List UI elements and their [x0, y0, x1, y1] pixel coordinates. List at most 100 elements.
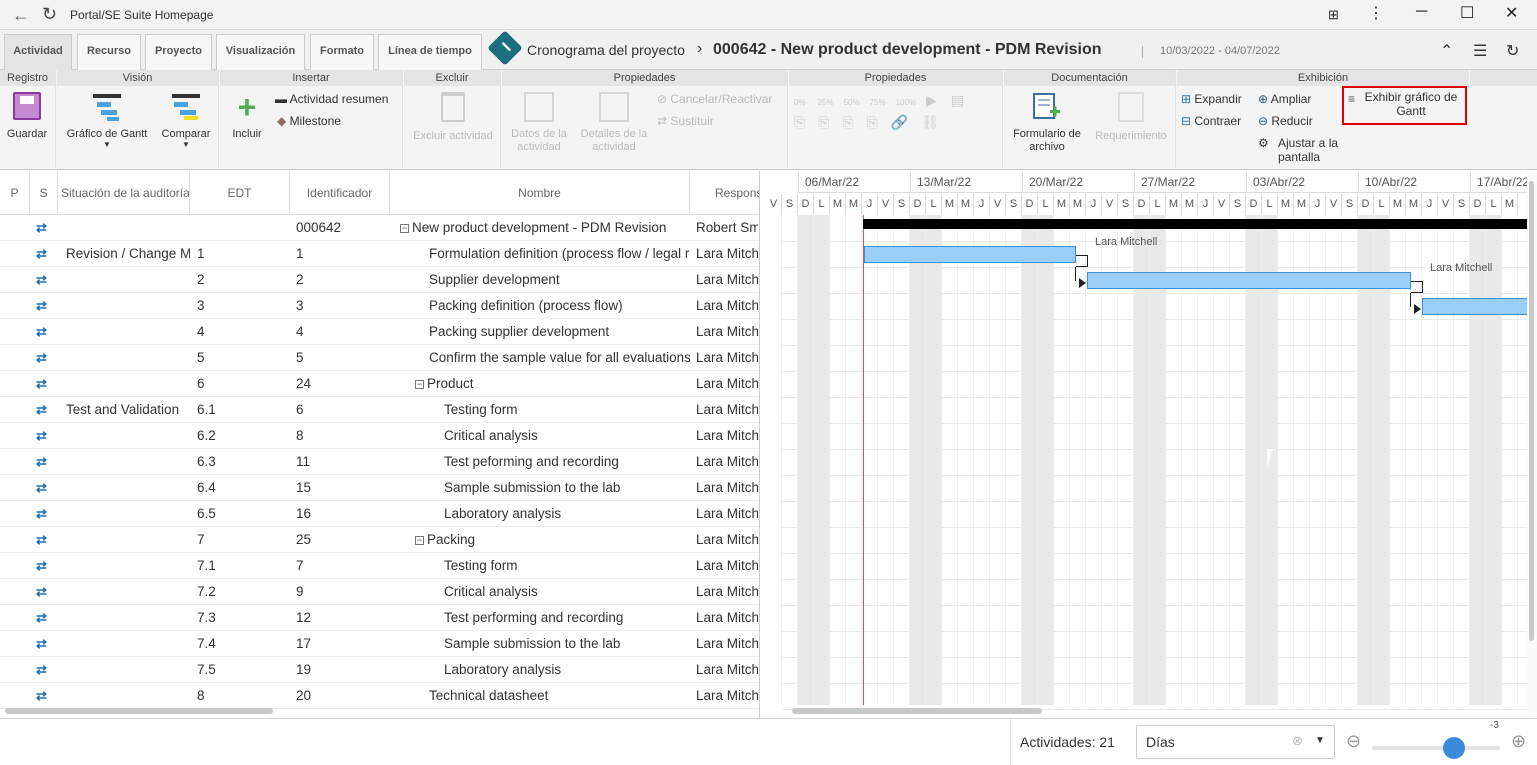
col-header-s[interactable]: S: [30, 171, 58, 215]
reducir-button[interactable]: ⊖ Reducir: [1258, 114, 1313, 128]
close-icon[interactable]: ✕: [1505, 3, 1518, 23]
actividad-resumen-button[interactable]: ▬ Actividad resumen: [275, 92, 388, 106]
breadcrumb-section[interactable]: Cronograma del proyecto: [527, 42, 685, 58]
col-header-edt[interactable]: EDT: [190, 171, 290, 215]
status-icon[interactable]: ⇄: [36, 299, 52, 314]
task-bar[interactable]: [1422, 298, 1527, 315]
expandir-button[interactable]: ⊞ Expandir: [1181, 92, 1242, 106]
status-icon[interactable]: ⇄: [36, 689, 52, 704]
milestone-button[interactable]: ◆ Milestone: [277, 114, 341, 128]
table-row[interactable]: ⇄ 7.2 9 Critical analysis Lara Mitchell: [0, 579, 759, 605]
vertical-scrollbar-thumb[interactable]: [1529, 181, 1534, 641]
tab-formato[interactable]: Formato: [310, 34, 374, 70]
excluir-actividad-button[interactable]: Excluir actividad: [410, 92, 496, 142]
contraer-button[interactable]: ⊟ Contraer: [1181, 114, 1241, 128]
status-icon[interactable]: ⇄: [36, 455, 52, 470]
scale-select[interactable]: Días ⊗ ▼: [1136, 725, 1335, 759]
col-header-p[interactable]: P: [0, 171, 30, 215]
table-row[interactable]: ⇄ 7.1 7 Testing form Lara Mitchell: [0, 553, 759, 579]
table-row[interactable]: ⇄ 7.5 19 Laboratory analysis Lara Mitchell: [0, 657, 759, 683]
detalles-actividad-button[interactable]: Detalles de la actividad: [578, 92, 650, 154]
tab-recurso[interactable]: Recurso: [77, 34, 141, 70]
task-bar[interactable]: [1087, 272, 1411, 289]
translate-icon[interactable]: ⊞: [1328, 7, 1339, 23]
table-row[interactable]: ⇄ 6.5 16 Laboratory analysis Lara Mitchell: [0, 501, 759, 527]
collapse-toggle-icon[interactable]: −: [400, 224, 409, 233]
play-icon[interactable]: ▶: [926, 92, 937, 108]
datos-actividad-button[interactable]: Datos de la actividad: [506, 92, 572, 154]
status-icon[interactable]: ⇄: [36, 559, 52, 574]
pct-0-button[interactable]: 0%: [794, 98, 806, 107]
status-icon[interactable]: ⇄: [36, 637, 52, 652]
vertical-scrollbar[interactable]: [1527, 171, 1537, 718]
table-row[interactable]: ⇄ 3 3 Packing definition (process flow) Lara…: [0, 293, 759, 319]
sustituir-button[interactable]: ⇄ Sustituir: [657, 114, 714, 128]
summary-bar[interactable]: [863, 219, 1527, 229]
pct-50-button[interactable]: 50%: [844, 98, 860, 107]
status-icon[interactable]: ⇄: [36, 533, 52, 548]
incluir-button[interactable]: + Incluir: [226, 91, 268, 140]
cancelar-reactivar-button[interactable]: ⊘ Cancelar/Reactivar: [657, 92, 772, 106]
zoom-slider-handle[interactable]: [1443, 737, 1465, 759]
col-header-responsable[interactable]: Respons: [690, 171, 759, 215]
reload-icon[interactable]: ↻: [42, 4, 57, 25]
collapse-toggle-icon[interactable]: −: [415, 536, 424, 545]
col-header-identificador[interactable]: Identificador: [290, 171, 390, 215]
more-options-icon[interactable]: ⋮: [1368, 3, 1384, 23]
collapse-toggle-icon[interactable]: −: [415, 380, 424, 389]
table-row[interactable]: ⇄ 6 24 −Product Lara Mitchell: [0, 371, 759, 397]
status-icon[interactable]: ⇄: [36, 403, 52, 418]
table-row[interactable]: ⇄ 6.3 11 Test peforming and recording Lara M…: [0, 449, 759, 475]
status-icon[interactable]: ⇄: [36, 585, 52, 600]
list-icon[interactable]: ☰: [1473, 41, 1487, 61]
table-row[interactable]: ⇄ Revision / Change Management 1 1 Formulati…: [0, 241, 759, 267]
minimize-icon[interactable]: ─: [1416, 3, 1427, 21]
zoom-slider-track[interactable]: [1372, 746, 1500, 750]
col-header-nombre[interactable]: Nombre: [390, 171, 690, 215]
zoom-plus-icon[interactable]: ⊕: [1511, 731, 1526, 752]
ajustar-pantalla-button[interactable]: ⚙ Ajustar a la pantalla: [1258, 136, 1348, 164]
table-row[interactable]: ⇄ 7.3 12 Test performing and recording Lara …: [0, 605, 759, 631]
chevron-down-icon[interactable]: ▼: [1315, 735, 1325, 746]
table-row[interactable]: ⇄ 6.4 15 Sample submission to the lab Lara M…: [0, 475, 759, 501]
status-icon[interactable]: ⇄: [36, 247, 52, 262]
tab-visualizacion[interactable]: Visualización: [216, 34, 305, 70]
status-icon[interactable]: ⇄: [36, 351, 52, 366]
table-row[interactable]: ⇄ 7 25 −Packing Lara Mitchell: [0, 527, 759, 553]
status-icon[interactable]: ⇄: [36, 325, 52, 340]
guardar-button[interactable]: Guardar: [4, 92, 50, 140]
status-icon[interactable]: ⇄: [36, 377, 52, 392]
tab-actividad[interactable]: Actividad: [4, 34, 72, 70]
property-icons-row[interactable]: ⎘⎘⎘⎘🔗⛓: [794, 114, 952, 131]
table-row[interactable]: ⇄ 000642 − New product development - PDM Re…: [0, 215, 759, 241]
refresh-icon[interactable]: ↻: [1506, 41, 1519, 61]
table-row[interactable]: ⇄ 2 2 Supplier development Lara Mitchell: [0, 267, 759, 293]
gantt-horizontal-scrollbar[interactable]: [792, 708, 1042, 714]
table-row[interactable]: ⇄ 8 20 Technical datasheet Lara Mitchell: [0, 683, 759, 709]
grid-horizontal-scrollbar[interactable]: [5, 708, 273, 714]
status-icon[interactable]: ⇄: [36, 429, 52, 444]
pct-25-button[interactable]: 25%: [818, 98, 834, 107]
status-icon[interactable]: ⇄: [36, 611, 52, 626]
pct-75-button[interactable]: 75%: [870, 98, 886, 107]
pct-100-button[interactable]: 100%: [896, 98, 916, 107]
grafico-gantt-button[interactable]: Gráfico de Gantt ▼: [62, 92, 152, 149]
table-row[interactable]: ⇄ 6.2 8 Critical analysis Lara Mitchell: [0, 423, 759, 449]
status-icon[interactable]: ⇄: [36, 663, 52, 678]
zoom-minus-icon[interactable]: ⊖: [1346, 731, 1361, 752]
ampliar-button[interactable]: ⊕ Ampliar: [1258, 92, 1311, 106]
status-icon[interactable]: ⇄: [36, 481, 52, 496]
clipboard-icon[interactable]: ▤: [951, 92, 964, 108]
requerimiento-button[interactable]: Requerimiento: [1092, 92, 1170, 142]
clear-icon[interactable]: ⊗: [1292, 733, 1303, 749]
status-icon[interactable]: ⇄: [36, 507, 52, 522]
tab-linea-de-tiempo[interactable]: Línea de tiempo: [378, 34, 482, 70]
tab-proyecto[interactable]: Proyecto: [145, 34, 212, 70]
back-arrow-icon[interactable]: ←: [12, 5, 30, 26]
table-row[interactable]: ⇄ 5 5 Confirm the sample value for all eval…: [0, 345, 759, 371]
formulario-archivo-button[interactable]: Formulario de archivo: [1010, 92, 1084, 154]
maximize-icon[interactable]: ☐: [1460, 3, 1474, 23]
table-row[interactable]: ⇄ Test and Validation 6.1 6 Testing form Lara…: [0, 397, 759, 423]
table-row[interactable]: ⇄ 7.4 17 Sample submission to the lab Lara M…: [0, 631, 759, 657]
col-header-situacion[interactable]: Situación de la auditoría: [58, 171, 190, 215]
